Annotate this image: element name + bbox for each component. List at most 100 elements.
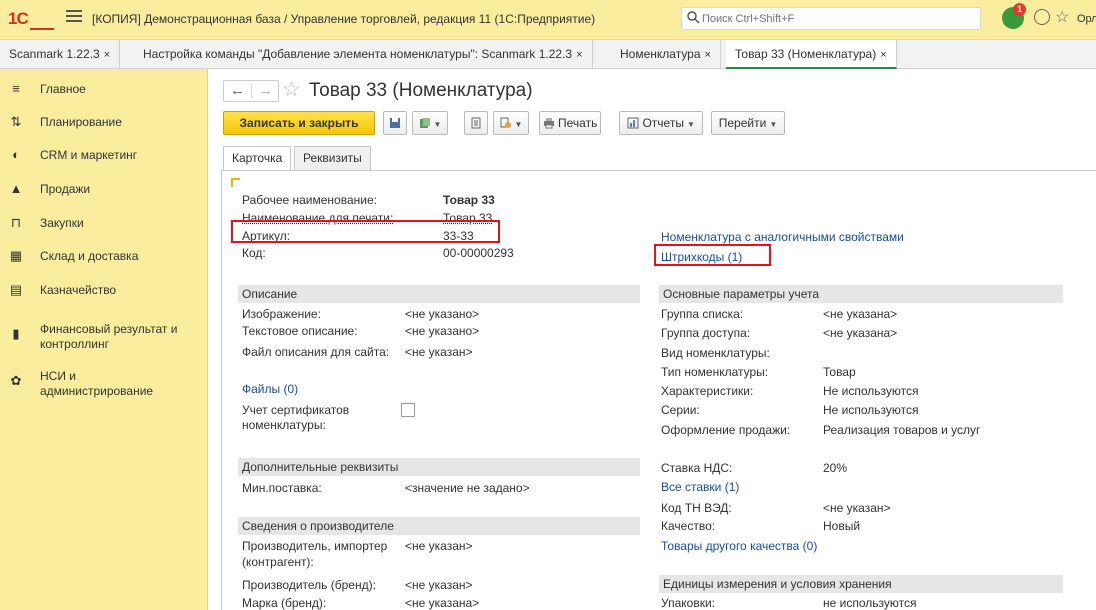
- sales-icon: ▲: [9, 182, 23, 196]
- access-group-value[interactable]: <не указана>: [823, 326, 897, 340]
- search-box[interactable]: [681, 7, 981, 30]
- save-icon[interactable]: [383, 111, 407, 135]
- tab-product-33[interactable]: Товар 33 (Номенклатура) ×: [726, 40, 897, 69]
- type-value[interactable]: Товар: [823, 365, 856, 379]
- forward-arrow-icon[interactable]: →: [252, 82, 279, 100]
- 1c-logo[interactable]: 1С: [8, 9, 28, 29]
- sidebar-item-planning[interactable]: ⇅ Планирование: [0, 110, 208, 134]
- highlight-barcodes: [654, 244, 771, 266]
- files-link[interactable]: Файлы (0): [242, 382, 298, 396]
- sidebar-item-finance[interactable]: ▮ Финансовый результат и контроллинг: [0, 317, 208, 351]
- sidebar-item-label: CRM и маркетинг: [40, 148, 137, 163]
- print-label: Печать: [558, 116, 597, 130]
- certificates-label-2: номенклатуры:: [242, 418, 326, 432]
- packages-label: Упаковки:: [661, 596, 715, 610]
- list-group-label: Группа списка:: [661, 307, 743, 321]
- print-button[interactable]: Печать: [539, 111, 601, 135]
- sidebar-item-admin[interactable]: ✿ НСИ и администрирование: [0, 364, 208, 398]
- cart-icon: ⊓: [9, 216, 23, 230]
- back-arrow-icon[interactable]: ←: [224, 82, 251, 100]
- kind-label: Вид номенклатуры:: [661, 346, 770, 360]
- close-icon[interactable]: ×: [576, 49, 582, 61]
- site-file-value[interactable]: <не указан>: [405, 345, 473, 359]
- close-icon[interactable]: ×: [880, 49, 886, 61]
- favorite-star-icon[interactable]: ☆: [282, 77, 301, 102]
- sidebar-item-label: НСИ и администрирование: [40, 369, 170, 399]
- create-based-on-icon[interactable]: ▼: [412, 111, 448, 135]
- sidebar-item-label: Казначейство: [40, 283, 116, 298]
- work-name-value[interactable]: Товар 33: [443, 193, 495, 207]
- tab-label: Номенклатура: [620, 47, 701, 61]
- open-windows-tabs: Scanmark 1.22.3 × Настройка команды "Доба…: [0, 40, 1096, 69]
- text-description-value[interactable]: <не указано>: [405, 324, 479, 338]
- certificates-label: Учет сертификатов: [242, 403, 349, 417]
- save-and-close-button[interactable]: Записать и закрыть: [223, 111, 375, 135]
- favorites-star-icon[interactable]: ☆: [1055, 7, 1069, 27]
- series-value[interactable]: Не используются: [823, 403, 919, 417]
- importer-value[interactable]: <не указан>: [405, 539, 473, 553]
- sidebar-item-sales[interactable]: ▲ Продажи: [0, 177, 208, 201]
- other-quality-link[interactable]: Товары другого качества (0): [661, 539, 817, 553]
- goto-label: Перейти: [719, 116, 767, 130]
- reports-button[interactable]: Отчеты ▼: [619, 111, 703, 135]
- tab-requisites[interactable]: Реквизиты: [294, 146, 371, 171]
- app-title: [КОПИЯ] Демонстрационная база / Управлен…: [92, 12, 595, 26]
- sidebar-item-label: Главное: [40, 82, 86, 97]
- goto-button[interactable]: Перейти ▼: [711, 111, 785, 135]
- text-description-label: Текстовое описание:: [242, 324, 358, 338]
- sidebar-item-main[interactable]: ≡ Главное: [0, 77, 208, 101]
- close-icon[interactable]: ×: [705, 49, 711, 61]
- mark-value[interactable]: <не указана>: [405, 596, 479, 610]
- planning-icon: ⇅: [9, 115, 23, 129]
- search-input[interactable]: [702, 11, 972, 27]
- vat-label: Ставка НДС:: [661, 461, 732, 475]
- close-icon[interactable]: ×: [104, 49, 110, 61]
- search-icon: [686, 10, 700, 24]
- similar-nomenclature-link[interactable]: Номенклатура с аналогичными свойствами: [661, 230, 904, 244]
- image-value[interactable]: <не указано>: [405, 307, 479, 321]
- document-icon[interactable]: [464, 111, 488, 135]
- menu-icon: ≡: [9, 82, 23, 96]
- sidebar: ≡ Главное ⇅ Планирование ◐ CRM и маркети…: [0, 69, 208, 610]
- tab-nomenclature[interactable]: Номенклатура ×: [611, 40, 721, 69]
- sale-value[interactable]: Реализация товаров и услуг: [823, 423, 980, 437]
- sidebar-item-label: Продажи: [40, 182, 90, 197]
- sidebar-item-crm[interactable]: ◐ CRM и маркетинг: [0, 143, 208, 167]
- main-menu-icon[interactable]: [66, 10, 82, 24]
- highlight-article: [231, 220, 500, 243]
- tab-scanmark[interactable]: Scanmark 1.22.3 ×: [0, 40, 120, 69]
- access-group-label: Группа доступа:: [661, 326, 750, 340]
- tab-label: Scanmark 1.22.3: [9, 47, 100, 61]
- section-additional: Дополнительные реквизиты: [238, 458, 640, 476]
- mark-label: Марка (бренд):: [242, 596, 326, 610]
- crm-icon: ◐: [9, 148, 23, 162]
- list-group-value[interactable]: <не указана>: [823, 307, 897, 321]
- quality-value[interactable]: Новый: [823, 519, 860, 533]
- characteristics-label: Характеристики:: [661, 384, 753, 398]
- chart-icon: ▮: [9, 327, 23, 341]
- gear-icon: ✿: [9, 374, 23, 388]
- logo-underline: [30, 28, 54, 30]
- all-rates-link[interactable]: Все ставки (1): [661, 480, 739, 494]
- sidebar-item-label: Склад и доставка: [40, 249, 138, 264]
- work-name-label: Рабочее наименование:: [242, 193, 377, 207]
- characteristics-value[interactable]: Не используются: [823, 384, 919, 398]
- image-label: Изображение:: [242, 307, 321, 321]
- nav-arrows: ← →: [223, 80, 279, 102]
- sidebar-item-label: Финансовый результат и контроллинг: [40, 322, 200, 352]
- packages-value[interactable]: не используются: [823, 596, 916, 610]
- tab-command-settings[interactable]: Настройка команды "Добавление элемента н…: [134, 40, 593, 69]
- min-supply-value[interactable]: <значение не задано>: [405, 481, 530, 495]
- tab-card[interactable]: Карточка: [223, 146, 291, 171]
- related-docs-icon[interactable]: ▼: [493, 111, 529, 135]
- user-name[interactable]: Орлов Але: [1077, 13, 1096, 25]
- sidebar-item-warehouse[interactable]: ▦ Склад и доставка: [0, 244, 208, 268]
- vat-value[interactable]: 20%: [823, 461, 847, 475]
- code-value[interactable]: 00-00000293: [443, 246, 514, 260]
- certificates-checkbox[interactable]: [401, 403, 415, 417]
- sidebar-item-purchases[interactable]: ⊓ Закупки: [0, 211, 208, 235]
- tnved-value[interactable]: <не указан>: [823, 501, 891, 515]
- brand-value[interactable]: <не указан>: [405, 578, 473, 592]
- sidebar-item-treasury[interactable]: ▤ Казначейство: [0, 278, 208, 302]
- history-icon[interactable]: [1034, 9, 1050, 25]
